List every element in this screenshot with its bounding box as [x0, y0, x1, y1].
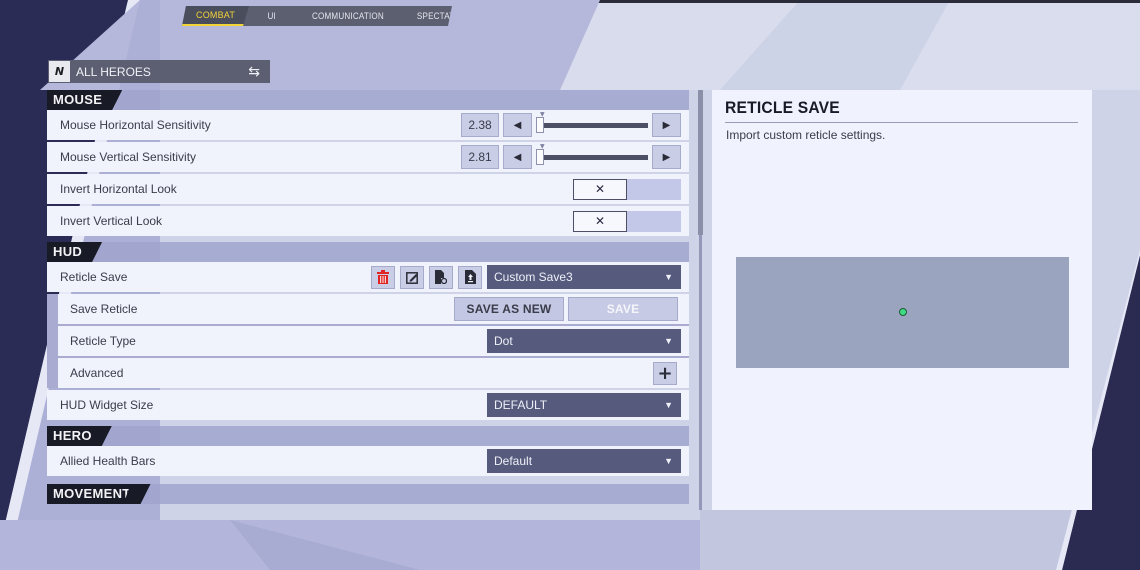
- toggle-off-x-icon: ✕: [573, 178, 627, 200]
- detail-divider: [725, 122, 1078, 123]
- allied-health-bars-dropdown[interactable]: Default ▼: [487, 449, 681, 473]
- hero-selector[interactable]: N ALL HEROES ⇆: [48, 60, 270, 83]
- vertical-sensitivity-value[interactable]: 2.81: [461, 145, 499, 169]
- slider-track: [540, 123, 648, 128]
- section-header-hero: HERO: [47, 426, 689, 446]
- rename-reticle-button[interactable]: [400, 265, 424, 289]
- row-label: Invert Horizontal Look: [60, 182, 177, 196]
- expand-advanced-button[interactable]: +: [653, 361, 677, 385]
- section-header-mouse: MOUSE: [47, 90, 689, 110]
- invert-vertical-toggle[interactable]: ✕: [573, 210, 681, 232]
- row-hud-widget-size: HUD Widget Size DEFAULT ▼: [47, 390, 689, 420]
- row-label: Allied Health Bars: [60, 454, 156, 468]
- slider-track: [540, 155, 648, 160]
- import-reticle-button[interactable]: [458, 265, 482, 289]
- plus-icon: +: [657, 362, 673, 384]
- decrease-button[interactable]: ◀: [503, 145, 532, 169]
- row-advanced: Advanced +: [58, 358, 689, 388]
- detail-panel: RETICLE SAVE Import custom reticle setti…: [712, 90, 1092, 510]
- trash-icon: [377, 270, 389, 284]
- tab-ui[interactable]: UI: [268, 6, 276, 26]
- horizontal-sensitivity-slider[interactable]: ▼: [536, 111, 648, 137]
- chevron-down-icon: ▼: [664, 400, 673, 410]
- row-label: Advanced: [70, 366, 124, 380]
- row-reticle-type: Reticle Type Dot ▼: [58, 326, 689, 356]
- left-arrow-icon: ◀: [513, 151, 522, 163]
- horizontal-sensitivity-value[interactable]: 2.38: [461, 113, 499, 137]
- detail-description: Import custom reticle settings.: [726, 128, 886, 142]
- import-file-icon: [464, 270, 476, 284]
- row-mouse-vertical-sensitivity: Mouse Vertical Sensitivity 2.81 ◀ ▼ ▶: [47, 142, 689, 172]
- save-file-icon: [435, 270, 447, 284]
- section-header-movement: MOVEMENT: [47, 484, 689, 504]
- row-label: Mouse Vertical Sensitivity: [60, 150, 197, 164]
- left-arrow-icon: ◀: [513, 119, 522, 131]
- slider-thumb[interactable]: [536, 117, 544, 133]
- section-header-hud: HUD: [47, 242, 689, 262]
- section-title-hud: HUD: [47, 242, 102, 262]
- export-reticle-button[interactable]: [429, 265, 453, 289]
- save-as-new-button[interactable]: SAVE AS NEW: [454, 297, 564, 321]
- dropdown-value: DEFAULT: [494, 398, 548, 412]
- row-reticle-save: Reticle Save Custom Save3 ▼: [47, 262, 689, 292]
- edit-icon: [405, 271, 418, 284]
- row-label: HUD Widget Size: [60, 398, 154, 412]
- increase-button[interactable]: ▶: [652, 113, 681, 137]
- decrease-button[interactable]: ◀: [503, 113, 532, 137]
- toggle-on-side: [627, 178, 681, 200]
- chevron-down-icon: ▼: [664, 272, 673, 282]
- row-label: Reticle Save: [60, 270, 128, 284]
- section-title-hero: HERO: [47, 426, 112, 446]
- row-allied-health-bars: Allied Health Bars Default ▼: [47, 446, 689, 476]
- reticle-type-dropdown[interactable]: Dot ▼: [487, 329, 681, 353]
- hud-widget-size-dropdown[interactable]: DEFAULT ▼: [487, 393, 681, 417]
- detail-title: RETICLE SAVE: [725, 98, 840, 117]
- row-label: Mouse Horizontal Sensitivity: [60, 118, 211, 132]
- swap-arrows-icon[interactable]: ⇆: [248, 64, 260, 80]
- row-label: Invert Vertical Look: [60, 214, 163, 228]
- chevron-down-icon: ▼: [664, 456, 673, 466]
- save-button[interactable]: SAVE: [568, 297, 678, 321]
- row-invert-horizontal-look: Invert Horizontal Look ✕: [47, 174, 689, 204]
- right-arrow-icon: ▶: [662, 119, 671, 131]
- row-invert-vertical-look: Invert Vertical Look ✕: [47, 206, 689, 236]
- reticle-preview: [736, 257, 1069, 368]
- row-label: Reticle Type: [70, 334, 136, 348]
- settings-scrollbar[interactable]: [698, 90, 703, 510]
- dropdown-value: Default: [494, 454, 533, 468]
- row-mouse-horizontal-sensitivity: Mouse Horizontal Sensitivity 2.38 ◀ ▼ ▶: [47, 110, 689, 140]
- dropdown-value: Dot: [494, 334, 513, 348]
- tab-communication[interactable]: COMMUNICATION: [312, 6, 384, 26]
- dropdown-value: Custom Save3: [494, 270, 573, 284]
- section-title-movement: MOVEMENT: [47, 484, 151, 504]
- chevron-down-icon: ▼: [664, 336, 673, 346]
- category-tabs: COMBAT UI COMMUNICATION SPECTATING: [182, 6, 452, 26]
- hero-selector-label: ALL HEROES: [76, 64, 151, 79]
- increase-button[interactable]: ▶: [652, 145, 681, 169]
- slider-thumb[interactable]: [536, 149, 544, 165]
- hero-logo-icon: N: [49, 61, 70, 82]
- right-arrow-icon: ▶: [662, 151, 671, 163]
- toggle-on-side: [627, 210, 681, 232]
- vertical-sensitivity-slider[interactable]: ▼: [536, 143, 648, 169]
- tab-combat[interactable]: COMBAT: [182, 6, 249, 26]
- settings-list: MOUSE Mouse Horizontal Sensitivity 2.38 …: [47, 90, 689, 510]
- toggle-off-x-icon: ✕: [573, 210, 627, 232]
- scrollbar-thumb[interactable]: [698, 90, 703, 235]
- reticle-subsettings: Save Reticle SAVE AS NEW SAVE Reticle Ty…: [47, 294, 689, 388]
- reticle-dot-icon: [899, 308, 907, 316]
- row-label: Save Reticle: [70, 302, 138, 316]
- reticle-save-dropdown[interactable]: Custom Save3 ▼: [487, 265, 681, 289]
- delete-reticle-button[interactable]: [371, 265, 395, 289]
- invert-horizontal-toggle[interactable]: ✕: [573, 178, 681, 200]
- row-save-reticle: Save Reticle SAVE AS NEW SAVE: [58, 294, 689, 324]
